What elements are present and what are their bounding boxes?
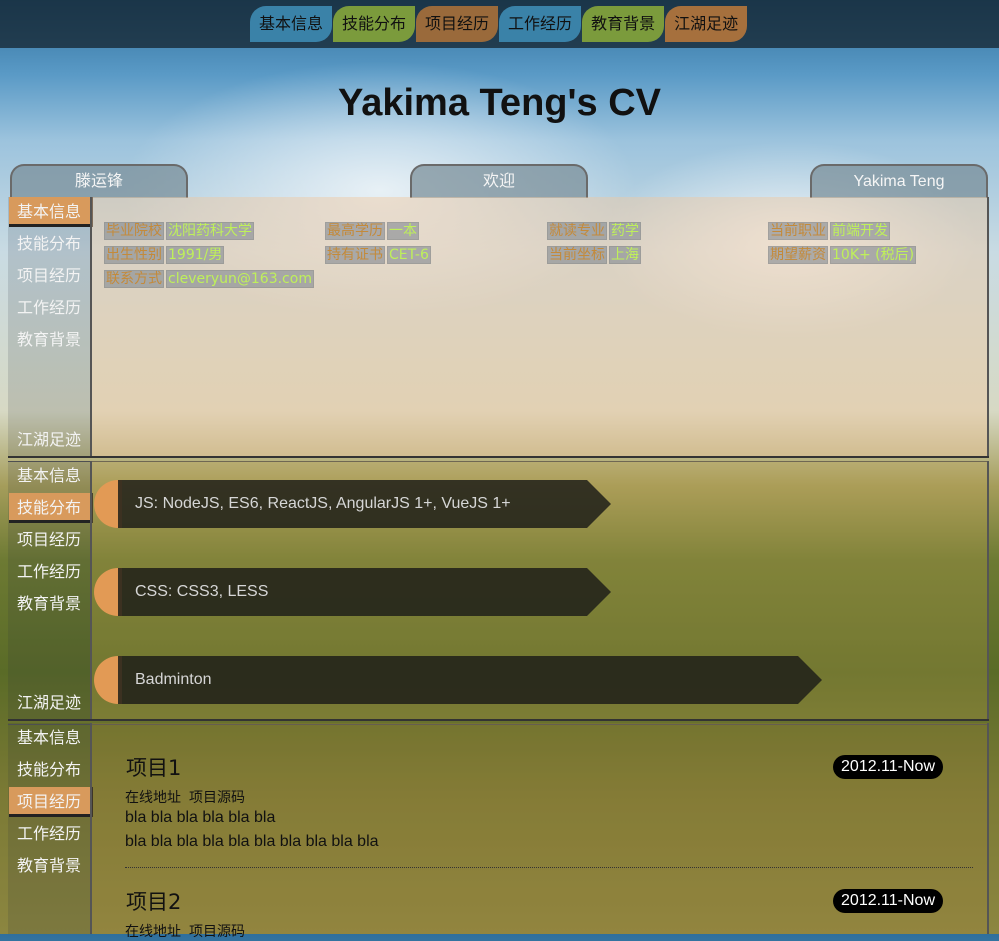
info-label: 当前职业 (768, 222, 828, 240)
nav-tab-work[interactable]: 工作经历 (499, 6, 582, 42)
project-links: 在线地址 项目源码 (125, 787, 253, 807)
info-label: 持有证书 (325, 246, 385, 264)
nav-tab-skills[interactable]: 技能分布 (333, 6, 416, 42)
info-value: 一本 (387, 222, 419, 240)
info-label: 最高学历 (325, 222, 385, 240)
top-nav-tabs: 基本信息 技能分布 项目经历 工作经历 教育背景 江湖足迹 (250, 6, 748, 42)
info-value: 10K+ (税后) (829, 246, 917, 264)
info-value: 沈阳药科大学 (166, 222, 254, 240)
info-item: 毕业院校 沈阳药科大学 (104, 220, 254, 240)
sidebar-item-education[interactable]: 教育背景 (9, 325, 91, 355)
info-value: CET-6 (387, 246, 431, 264)
info-item: 联系方式 cleveryun@163.com (104, 268, 314, 288)
project-source-link[interactable]: 项目源码 (189, 924, 245, 940)
project-date-badge: 2012.11-Now (833, 755, 943, 779)
project-source-link[interactable]: 项目源码 (189, 790, 245, 806)
sidebar-item-education[interactable]: 教育背景 (9, 589, 91, 619)
sidebar-item-work[interactable]: 工作经历 (9, 557, 91, 587)
sidebar-item-skills[interactable]: 技能分布 (9, 229, 91, 259)
project-title: 项目2 (126, 890, 182, 914)
info-value: 药学 (609, 222, 641, 240)
info-value: 前端开发 (830, 222, 890, 240)
sidebar: 基本信息 技能分布 项目经历 工作经历 教育背景 江湖足迹 (8, 197, 93, 457)
page-title: Yakima Teng's CV (337, 82, 662, 124)
nav-tab-basic-info[interactable]: 基本信息 (250, 6, 333, 42)
section-basic-info: 基本信息 技能分布 项目经历 工作经历 教育背景 江湖足迹 毕业院校 沈阳药科大学… (8, 197, 989, 457)
info-item: 期望薪资 10K+ (税后) (768, 244, 917, 264)
sidebar: 基本信息 技能分布 项目经历 工作经历 教育背景 (8, 723, 93, 934)
info-item: 出生性别 1991/男 (104, 244, 225, 264)
info-value: 1991/男 (165, 246, 225, 264)
sidebar-item-skills[interactable]: 技能分布 (9, 755, 91, 785)
info-label: 联系方式 (104, 270, 164, 288)
skill-bar-label: Badminton (118, 656, 798, 704)
info-value: 上海 (609, 246, 641, 264)
sidebar-item-projects[interactable]: 项目经历 (9, 787, 93, 817)
skill-bar-arrow (587, 568, 611, 616)
section-projects: 基本信息 技能分布 项目经历 工作经历 教育背景 项目1 2012.11-Now… (8, 723, 989, 940)
skill-bar-arrow (587, 480, 611, 528)
sidebar-item-work[interactable]: 工作经历 (9, 819, 91, 849)
info-item: 持有证书 CET-6 (325, 244, 431, 264)
sidebar-item-footprints[interactable]: 江湖足迹 (9, 425, 91, 455)
sidebar-item-basic-info[interactable]: 基本信息 (9, 197, 93, 227)
project-date-badge: 2012.11-Now (833, 889, 943, 913)
sidebar-item-work[interactable]: 工作经历 (9, 293, 91, 323)
skill-bar-label: CSS: CSS3, LESS (118, 568, 587, 616)
sidebar-item-projects[interactable]: 项目经历 (9, 261, 91, 291)
sidebar-item-basic-info[interactable]: 基本信息 (9, 461, 91, 491)
project-live-link[interactable]: 在线地址 (125, 790, 181, 806)
info-item: 当前职业 前端开发 (768, 220, 890, 240)
project-live-link[interactable]: 在线地址 (125, 924, 181, 940)
nav-tab-education[interactable]: 教育背景 (582, 6, 665, 42)
info-label: 就读专业 (547, 222, 607, 240)
basic-info-panel: 毕业院校 沈阳药科大学 最高学历 一本 就读专业 药学 当前职业 前端开发 出生性别 19… (90, 197, 989, 457)
info-item: 就读专业 药学 (547, 220, 641, 240)
header-tab-welcome[interactable]: 欢迎 (410, 164, 588, 198)
skill-bar-arrow (798, 656, 822, 704)
email-link[interactable]: cleveryun@163.com (166, 270, 314, 288)
header-tab-english-name[interactable]: Yakima Teng (810, 164, 988, 198)
info-label: 期望薪资 (768, 246, 828, 264)
info-item: 最高学历 一本 (325, 220, 419, 240)
skill-bar-label: JS: NodeJS, ES6, ReactJS, AngularJS 1+, … (118, 480, 587, 528)
sidebar-item-basic-info[interactable]: 基本信息 (9, 723, 91, 753)
section-skills: 基本信息 技能分布 项目经历 工作经历 教育背景 江湖足迹 JS: NodeJS… (8, 461, 989, 720)
sidebar-item-education[interactable]: 教育背景 (9, 851, 91, 881)
nav-tab-projects[interactable]: 项目经历 (416, 6, 499, 42)
project-title: 项目1 (126, 756, 182, 780)
project-separator (125, 867, 973, 868)
top-nav: 基本信息 技能分布 项目经历 工作经历 教育背景 江湖足迹 (0, 0, 999, 48)
project-desc-line: bla bla bla bla bla bla bla bla bla bla (125, 833, 379, 850)
info-label: 毕业院校 (104, 222, 164, 240)
sidebar-item-footprints[interactable]: 江湖足迹 (9, 688, 91, 718)
info-item: 当前坐标 上海 (547, 244, 641, 264)
sidebar: 基本信息 技能分布 项目经历 工作经历 教育背景 江湖足迹 (8, 461, 93, 720)
project-links: 在线地址 项目源码 (125, 921, 253, 941)
project-desc-line: bla bla bla bla bla bla (125, 809, 276, 826)
nav-tab-footprints[interactable]: 江湖足迹 (665, 6, 748, 42)
info-label: 当前坐标 (547, 246, 607, 264)
sidebar-item-skills[interactable]: 技能分布 (9, 493, 93, 523)
info-label: 出生性别 (104, 246, 164, 264)
sidebar-item-projects[interactable]: 项目经历 (9, 525, 91, 555)
header-tab-name[interactable]: 滕运锋 (10, 164, 188, 198)
